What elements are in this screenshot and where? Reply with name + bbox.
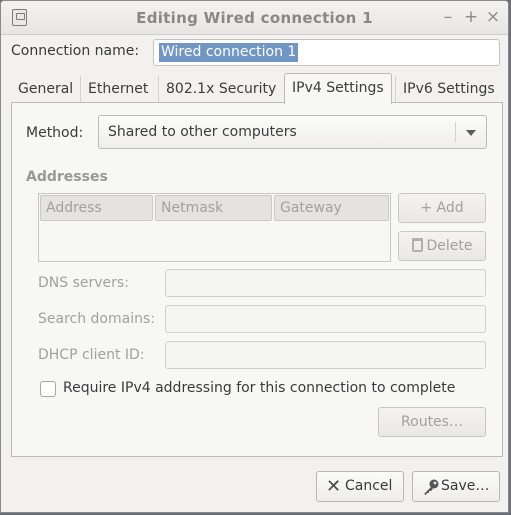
add-address-button[interactable]: + Add	[398, 193, 486, 223]
dhcp-client-id-label: DHCP client ID:	[38, 347, 145, 363]
method-label: Method:	[26, 125, 84, 141]
search-domains-label: Search domains:	[38, 311, 155, 327]
ipv4-settings-panel: Method: Shared to other computers Addres…	[11, 102, 503, 457]
maximize-icon[interactable]: +	[462, 7, 480, 27]
close-icon[interactable]: ×	[484, 7, 502, 27]
method-value: Shared to other computers	[108, 124, 297, 140]
column-header-address: Address	[40, 195, 153, 221]
column-header-gateway: Gateway	[274, 195, 389, 221]
dns-servers-label: DNS servers:	[38, 275, 129, 291]
trash-icon	[411, 238, 423, 252]
dialog-window: Editing Wired connection 1 – + × Connect…	[0, 0, 509, 513]
tab-8021x-security[interactable]: 802.1x Security	[158, 76, 283, 103]
require-ipv4-label[interactable]: Require IPv4 addressing for this connect…	[63, 380, 455, 396]
save-label: Save…	[441, 478, 490, 494]
delete-label: Delete	[426, 238, 473, 254]
window-title: Editing Wired connection 1	[136, 9, 373, 27]
delete-address-button[interactable]: Delete	[398, 231, 486, 261]
chevron-down-icon	[466, 130, 476, 136]
addresses-table[interactable]: Address Netmask Gateway	[38, 193, 391, 262]
addresses-heading: Addresses	[26, 169, 108, 185]
cancel-button[interactable]: ✕ Cancel	[316, 471, 404, 502]
cancel-label: Cancel	[345, 478, 393, 494]
tab-ipv4-settings[interactable]: IPv4 Settings	[284, 73, 392, 104]
dhcp-client-id-field[interactable]	[165, 341, 486, 369]
connection-name-label: Connection name:	[11, 43, 140, 59]
title-bar: Editing Wired connection 1 – + ×	[1, 1, 508, 35]
dropdown-separator	[455, 122, 456, 142]
method-dropdown[interactable]: Shared to other computers	[98, 115, 487, 149]
cancel-icon: ✕	[326, 476, 342, 497]
connection-name-input[interactable]: Wired connection 1	[153, 39, 500, 66]
connection-name-value: Wired connection 1	[159, 43, 299, 62]
tab-general[interactable]: General	[11, 76, 80, 103]
tab-bar: General Ethernet 802.1x Security IPv4 Se…	[11, 73, 503, 104]
tab-ethernet[interactable]: Ethernet	[80, 76, 155, 103]
require-ipv4-checkbox[interactable]	[40, 381, 56, 397]
key-icon	[424, 479, 439, 495]
minimize-icon[interactable]: –	[439, 7, 457, 27]
search-domains-field[interactable]	[165, 305, 486, 333]
tab-ipv6-settings[interactable]: IPv6 Settings	[395, 76, 502, 103]
dns-servers-field[interactable]	[165, 269, 486, 297]
routes-button[interactable]: Routes…	[378, 407, 486, 437]
save-button[interactable]: Save…	[412, 471, 500, 502]
column-header-netmask: Netmask	[155, 195, 272, 221]
